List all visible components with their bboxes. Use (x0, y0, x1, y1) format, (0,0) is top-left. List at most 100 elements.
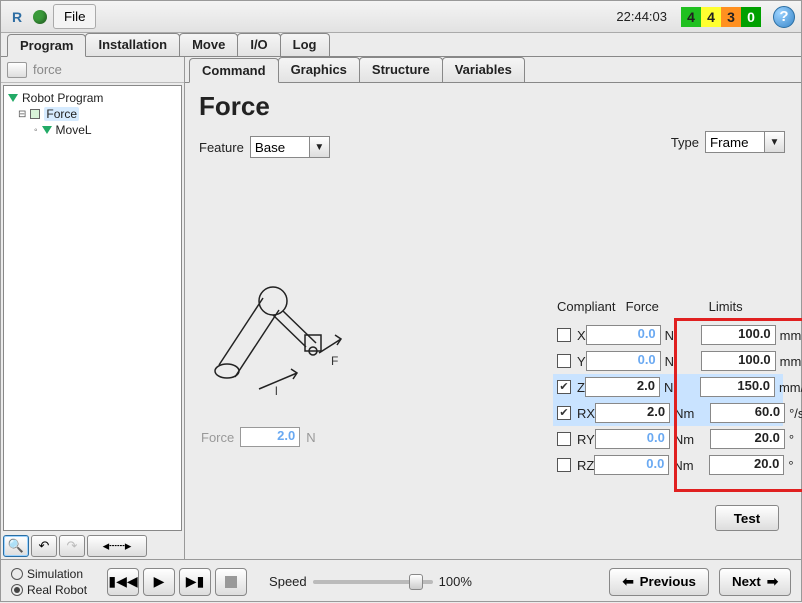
axis-row-rx: RX 2.0Nm 60.0°/s (553, 400, 783, 426)
axis-row-rz: RZ 0.0Nm 20.0° (557, 452, 783, 478)
tree-toolbar: 🔍 ↶ ↷ ◂┄┄▸ (1, 533, 184, 559)
tab-log[interactable]: Log (280, 33, 330, 56)
safety-chips: 4 4 3 0 (681, 7, 761, 27)
dropdown-icon[interactable]: ▼ (765, 131, 785, 153)
compliant-z[interactable] (557, 380, 571, 394)
program-tree[interactable]: Robot Program ⊟ Force ◦ MoveL (3, 85, 182, 531)
previous-label: Previous (640, 574, 696, 589)
menubar: R File 22:44:03 4 4 3 0 ? (1, 1, 801, 33)
nav-button[interactable]: ◂┄┄▸ (87, 535, 147, 557)
tree-force[interactable]: ⊟ Force (8, 106, 177, 122)
program-filename: force (33, 62, 62, 77)
axis-row-ry: RY 0.0Nm 20.0° (557, 426, 783, 452)
type-select[interactable]: ▼ (705, 131, 785, 153)
stop-icon (225, 576, 237, 588)
force-ry[interactable]: 0.0 (595, 429, 670, 449)
footer: Simulation Real Robot ▮◀◀ ▶ ▶▮ Speed 100… (1, 559, 801, 603)
type-value[interactable] (705, 131, 765, 153)
chip-3: 0 (741, 7, 761, 27)
limit-rx-unit: °/s (789, 406, 802, 421)
tree-root[interactable]: Robot Program (8, 90, 177, 106)
app-logo: R (7, 7, 27, 27)
force-rx[interactable]: 2.0 (595, 403, 670, 423)
limit-z[interactable]: 150.0 (700, 377, 775, 397)
file-menu[interactable]: File (53, 4, 96, 29)
forward-button[interactable]: ▶▮ (179, 568, 211, 596)
axis-z-label: Z (577, 380, 585, 395)
axis-ry-label: RY (577, 432, 595, 447)
tab-variables[interactable]: Variables (442, 57, 525, 82)
compliant-ry[interactable] (557, 432, 571, 446)
force-y-unit: N (665, 354, 701, 369)
dropdown-icon[interactable]: ▼ (310, 136, 330, 158)
compliant-rx[interactable] (557, 406, 571, 420)
next-label: Next (732, 574, 761, 589)
undo-button[interactable]: ↶ (31, 535, 57, 557)
play-button[interactable]: ▶ (143, 568, 175, 596)
force-rz[interactable]: 0.0 (594, 455, 669, 475)
real-robot-label: Real Robot (27, 583, 87, 597)
limit-ry[interactable]: 20.0 (710, 429, 785, 449)
compliant-y[interactable] (557, 354, 571, 368)
expand-icon: ⊟ (18, 109, 26, 120)
axis-row-x: X 0.0N 100.0mm (557, 322, 783, 348)
speed-label: Speed (269, 574, 307, 589)
axis-rz-label: RZ (577, 458, 594, 473)
stop-button[interactable] (215, 568, 247, 596)
force-rx-unit: Nm (674, 406, 710, 421)
arrow-right-icon: ➡ (767, 574, 778, 590)
limit-x[interactable]: 100.0 (701, 325, 776, 345)
axis-x-label: X (577, 328, 586, 343)
globe-icon (33, 10, 47, 24)
force-x[interactable]: 0.0 (586, 325, 661, 345)
rewind-button[interactable]: ▮◀◀ (107, 568, 139, 596)
svg-text:l: l (275, 384, 278, 398)
feature-label: Feature (199, 140, 244, 155)
simulation-radio[interactable]: Simulation (11, 567, 87, 581)
real-robot-radio[interactable]: Real Robot (11, 583, 87, 597)
previous-button[interactable]: ⬅ Previous (609, 568, 708, 596)
sub-tabs: Command Graphics Structure Variables (185, 57, 801, 83)
arrow-left-icon: ⬅ (622, 574, 633, 590)
tab-installation[interactable]: Installation (85, 33, 180, 56)
speed-slider[interactable] (313, 580, 433, 584)
limit-z-unit: mm/s (779, 380, 802, 395)
left-column: force Robot Program ⊟ Force ◦ MoveL 🔍 ↶ (1, 57, 185, 559)
compliant-rz[interactable] (557, 458, 571, 472)
transport-controls: ▮◀◀ ▶ ▶▮ (107, 568, 247, 596)
limit-ry-unit: ° (789, 432, 802, 447)
diagram-force-unit: N (306, 430, 342, 445)
redo-button[interactable]: ↷ (59, 535, 85, 557)
axis-row-y: Y 0.0N 100.0mm (557, 348, 783, 374)
col-limits: Limits (709, 299, 783, 314)
force-rz-unit: Nm (673, 458, 709, 473)
compliant-x[interactable] (557, 328, 571, 342)
slider-thumb[interactable] (409, 574, 423, 590)
command-panel: Force Feature ▼ Type ▼ (185, 83, 801, 559)
page-title: Force (199, 91, 787, 122)
feature-value[interactable] (250, 136, 310, 158)
test-button[interactable]: Test (715, 505, 779, 531)
tab-program[interactable]: Program (7, 34, 86, 57)
tab-move[interactable]: Move (179, 33, 238, 56)
tab-graphics[interactable]: Graphics (278, 57, 360, 82)
next-button[interactable]: Next ➡ (719, 568, 791, 596)
right-column: Command Graphics Structure Variables For… (185, 57, 801, 559)
tab-structure[interactable]: Structure (359, 57, 443, 82)
tab-io[interactable]: I/O (237, 33, 280, 56)
force-z[interactable]: 2.0 (585, 377, 660, 397)
search-button[interactable]: 🔍 (3, 535, 29, 557)
tree-movel[interactable]: ◦ MoveL (8, 122, 177, 138)
help-button[interactable]: ? (773, 6, 795, 28)
feature-select[interactable]: ▼ (250, 136, 330, 158)
tab-command[interactable]: Command (189, 58, 279, 83)
limit-rz[interactable]: 20.0 (709, 455, 784, 475)
limit-rx[interactable]: 60.0 (710, 403, 785, 423)
diagram-force-label: Force (201, 430, 234, 445)
axis-row-z: Z 2.0N 150.0mm/s (553, 374, 783, 400)
clock: 22:44:03 (616, 9, 667, 24)
limit-y[interactable]: 100.0 (701, 351, 776, 371)
force-y[interactable]: 0.0 (586, 351, 661, 371)
speed-percent: 100% (439, 574, 472, 589)
tree-movel-label: MoveL (56, 123, 92, 137)
